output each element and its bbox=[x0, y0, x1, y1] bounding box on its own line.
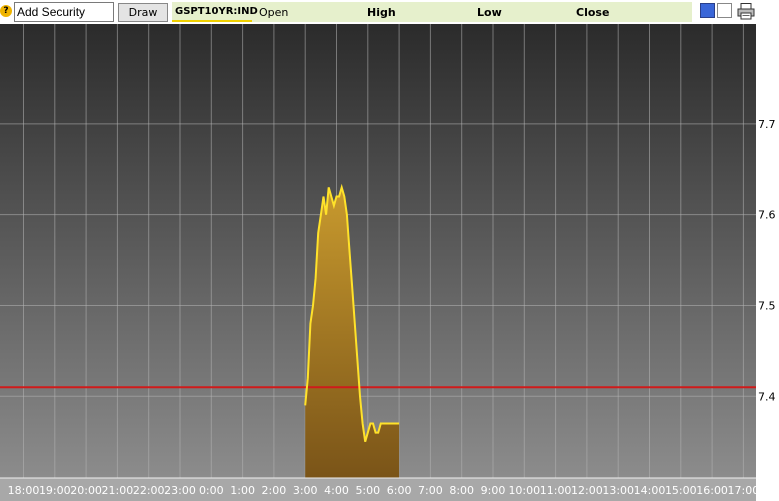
x-tick-label: 18:00 bbox=[8, 484, 40, 497]
ticker-label[interactable]: GSPT10YR:IND bbox=[175, 6, 258, 17]
x-tick-label: 16:00 bbox=[696, 484, 728, 497]
x-tick-label: 5:00 bbox=[355, 484, 380, 497]
x-tick-label: 22:00 bbox=[133, 484, 165, 497]
high-label: High bbox=[367, 6, 396, 19]
y-tick-label: 7.6 bbox=[758, 209, 776, 222]
x-tick-label: 2:00 bbox=[262, 484, 287, 497]
y-axis-panel bbox=[756, 24, 779, 501]
chart-view-toggle-white-icon[interactable] bbox=[717, 3, 732, 18]
x-tick-label: 3:00 bbox=[293, 484, 318, 497]
low-label: Low bbox=[477, 6, 502, 19]
help-icon[interactable]: ? bbox=[0, 5, 12, 17]
quote-bar: GSPT10YR:IND Open High Low Close bbox=[172, 2, 692, 22]
x-tick-label: 1:00 bbox=[230, 484, 255, 497]
x-tick-label: 14:00 bbox=[634, 484, 666, 497]
x-tick-label: 13:00 bbox=[602, 484, 634, 497]
y-tick-label: 7.4 bbox=[758, 390, 776, 403]
open-label: Open bbox=[259, 6, 289, 19]
x-tick-label: 4:00 bbox=[324, 484, 349, 497]
x-tick-label: 15:00 bbox=[665, 484, 697, 497]
toolbar: ? Draw GSPT10YR:IND Open High Low Close bbox=[0, 0, 779, 24]
x-tick-label: 19:00 bbox=[39, 484, 71, 497]
ticker-series-swatch bbox=[172, 20, 252, 22]
price-chart[interactable]: 18:00 19:00 20:00 21:00 22:00 23:00 0:00 1:00 2:… bbox=[0, 24, 779, 501]
x-tick-label: 0:00 bbox=[199, 484, 224, 497]
x-tick-label: 10:00 bbox=[508, 484, 540, 497]
x-tick-label: 21:00 bbox=[102, 484, 134, 497]
x-tick-label: 8:00 bbox=[449, 484, 474, 497]
draw-button[interactable]: Draw bbox=[118, 3, 168, 22]
x-tick-label: 23:00 bbox=[164, 484, 196, 497]
close-label: Close bbox=[576, 6, 610, 19]
printer-icon[interactable] bbox=[737, 3, 755, 20]
x-tick-label: 11:00 bbox=[540, 484, 572, 497]
add-security-input[interactable] bbox=[14, 2, 114, 22]
x-tick-label: 7:00 bbox=[418, 484, 443, 497]
x-tick-label: 20:00 bbox=[70, 484, 102, 497]
x-tick-label: 9:00 bbox=[481, 484, 506, 497]
y-tick-label: 7.5 bbox=[758, 299, 776, 312]
x-tick-label: 6:00 bbox=[387, 484, 412, 497]
y-tick-label: 7.7 bbox=[758, 118, 776, 131]
x-tick-label: 17:00 bbox=[728, 484, 760, 497]
plot-area bbox=[0, 24, 756, 478]
x-tick-label: 12:00 bbox=[571, 484, 603, 497]
chart-view-toggle-blue-icon[interactable] bbox=[700, 3, 715, 18]
